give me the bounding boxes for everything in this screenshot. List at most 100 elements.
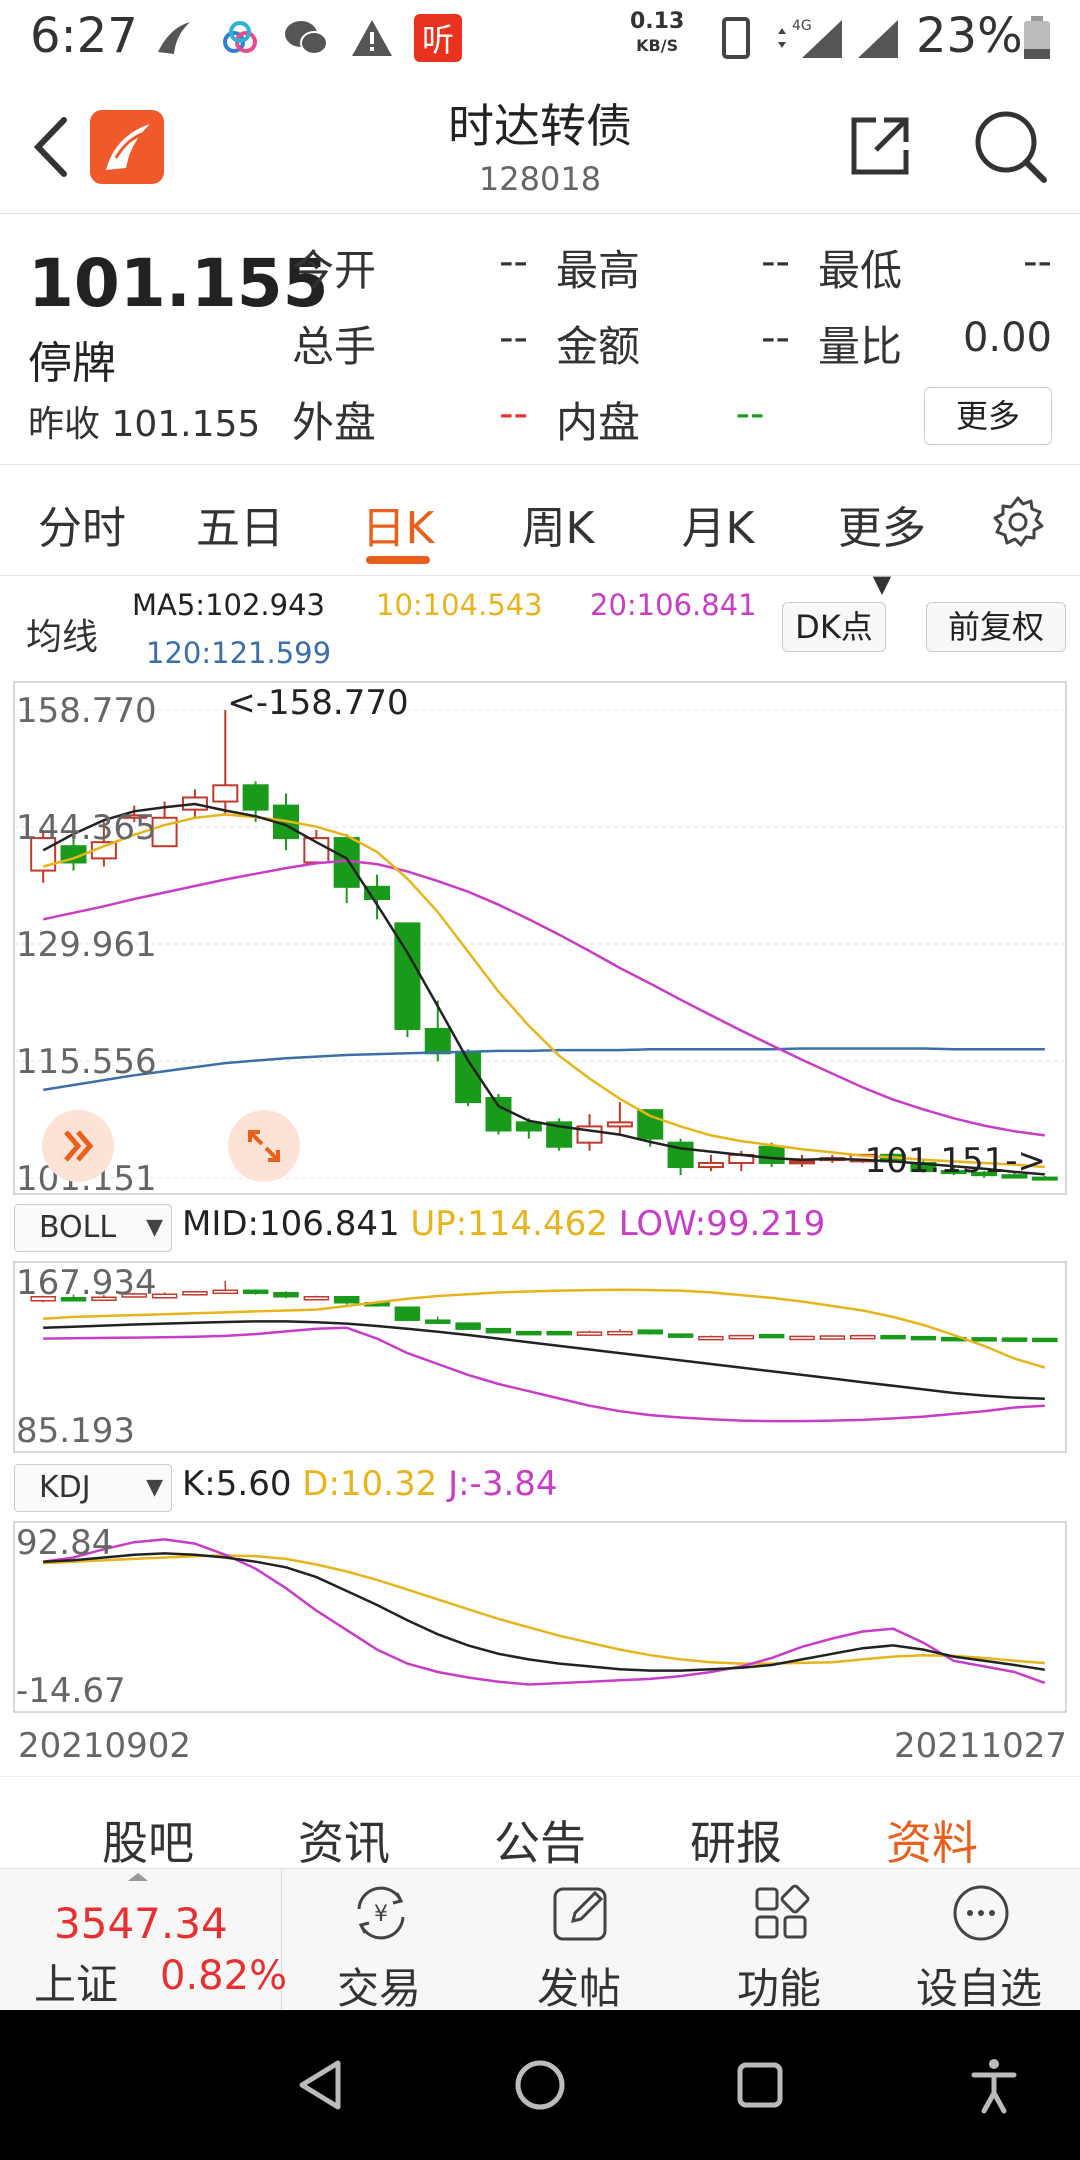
candle — [607, 1330, 633, 1336]
index-name: 上证 — [34, 1960, 119, 2009]
add-watchlist-button[interactable]: 设自选 — [884, 1869, 1074, 2013]
candle — [242, 784, 269, 811]
svg-text:¥: ¥ — [374, 1902, 388, 1927]
market-index-widget[interactable]: 3547.34 上证 0.82% — [0, 1869, 287, 2011]
kdj-indicator-row: KDJ ▼ K:5.60 D:10.32 J:-3.84 — [14, 1460, 1080, 1514]
gear-icon — [993, 496, 1044, 547]
caret-up-icon — [128, 1873, 148, 1881]
trading-status: 停牌 — [28, 338, 116, 389]
signal-4g-icon: 4G — [772, 14, 846, 62]
candle — [758, 1333, 785, 1339]
stock-header: 时达转债 128018 — [0, 76, 1080, 214]
candle — [303, 1296, 330, 1301]
boll-chart[interactable]: 167.934 85.193 — [0, 1258, 1080, 1456]
back-triangle-icon[interactable] — [290, 2055, 350, 2115]
y-tick-label: 167.934 — [16, 1263, 157, 1303]
clock: 6:27 — [30, 8, 138, 64]
candle — [728, 1334, 755, 1340]
ting-app-icon: 听 — [414, 14, 462, 62]
high-value: -- — [761, 239, 790, 285]
more-quote-button[interactable]: 更多 — [924, 387, 1052, 445]
battery-level: 23% — [916, 8, 1023, 64]
volume-label: 总手 — [292, 322, 377, 371]
tab-forum[interactable]: 股吧 — [78, 1807, 218, 1873]
chart-frame — [13, 681, 1067, 1195]
tab-announcements[interactable]: 公告 — [470, 1807, 610, 1873]
tab-five-day[interactable]: 五日 — [190, 492, 290, 556]
boll-indicator-row: BOLL ▼ MID:106.841 UP:114.462 LOW:99.219 — [14, 1200, 1080, 1254]
k-line-chart[interactable]: 158.770144.365129.961115.556101.151<-158… — [0, 680, 1080, 1198]
ma20-value: 20:106.841 — [590, 588, 757, 622]
candle — [425, 1319, 451, 1324]
home-circle-icon[interactable] — [510, 2055, 570, 2115]
tab-intraday[interactable]: 分时 — [32, 492, 132, 556]
high-label: 最高 — [556, 246, 641, 295]
yuan-exchange-icon: ¥ — [357, 1886, 405, 1940]
index-change: 0.82% — [160, 1953, 288, 1999]
candle — [333, 1296, 360, 1304]
ma10-line — [42, 813, 1045, 1169]
accessibility-icon[interactable] — [964, 2055, 1024, 2115]
candle — [424, 1027, 451, 1055]
y-tick-label: 115.556 — [16, 1042, 157, 1082]
tab-research[interactable]: 研报 — [666, 1807, 806, 1873]
y-tick-label: -14.67 — [16, 1671, 126, 1711]
y-tick-label: 92.84 — [16, 1523, 113, 1563]
candle — [698, 1335, 724, 1341]
boll-low-line — [43, 1326, 1045, 1423]
fullscreen-button[interactable] — [228, 1110, 300, 1182]
chart-settings-button[interactable] — [990, 494, 1046, 550]
search-icon — [975, 111, 1047, 183]
active-tab-indicator — [366, 556, 430, 564]
y-tick-label: 144.365 — [16, 808, 157, 848]
svg-text:4G: 4G — [792, 18, 812, 34]
candle — [1001, 1337, 1028, 1342]
candle — [546, 1330, 572, 1336]
functions-button[interactable]: 功能 — [684, 1869, 874, 2013]
tab-weekly-k[interactable]: 周K — [508, 492, 608, 556]
candle — [212, 784, 239, 803]
start-date: 20210902 — [18, 1726, 192, 1766]
trade-button[interactable]: ¥ 交易 — [284, 1869, 474, 2013]
max-annotation: <-158.770 — [227, 683, 408, 723]
candle — [394, 1306, 421, 1321]
cloud-notification-icon — [216, 14, 264, 62]
date-axis: 20210902 20211027 — [0, 1722, 1080, 1772]
candle — [849, 1334, 876, 1340]
share-button[interactable] — [840, 106, 920, 186]
min-annotation: 101.151-> — [865, 1141, 1046, 1181]
inner-volume-label: 内盘 — [556, 398, 641, 447]
candle — [697, 1161, 724, 1169]
info-tabs: 股吧 资讯 公告 研报 资料 — [0, 1776, 1080, 1870]
open-value: -- — [499, 239, 528, 285]
grid-icon — [755, 1884, 810, 1939]
boll-selector[interactable]: BOLL ▼ — [14, 1204, 172, 1252]
double-chevron-right-icon — [64, 1130, 94, 1162]
scroll-right-button[interactable] — [42, 1110, 114, 1182]
tab-news[interactable]: 资讯 — [274, 1807, 414, 1873]
dk-point-button[interactable]: DK点 — [782, 602, 886, 652]
kdj-chart[interactable]: 92.84 -14.67 — [0, 1518, 1080, 1716]
volume-ratio-value: 0.00 — [962, 315, 1052, 361]
tab-daily-k[interactable]: 日K — [348, 492, 448, 556]
prev-close: 昨收 101.155 — [28, 404, 261, 445]
tab-monthly-k[interactable]: 月K — [668, 492, 768, 556]
open-label: 今开 — [292, 246, 377, 295]
boll-values: MID:106.841 UP:114.462 LOW:99.219 — [182, 1204, 826, 1244]
candle — [576, 1331, 603, 1336]
candle — [637, 1109, 664, 1140]
kdj-values: K:5.60 D:10.32 J:-3.84 — [182, 1464, 558, 1504]
recents-square-icon[interactable] — [730, 2055, 790, 2115]
bottom-toolbar: 3547.34 上证 0.82% ¥ 交易 发帖 功能 设自选 — [0, 1868, 1080, 2013]
candle — [1032, 1337, 1058, 1343]
kdj-d-line — [43, 1554, 1045, 1665]
adjust-price-button[interactable]: 前复权 — [926, 602, 1066, 652]
kdj-selector[interactable]: KDJ ▼ — [14, 1464, 172, 1512]
post-button[interactable]: 发帖 — [484, 1869, 674, 2013]
kdj-k-line — [43, 1552, 1045, 1672]
y-tick-label: 158.770 — [16, 691, 157, 731]
tab-profile[interactable]: 资料 — [862, 1807, 1002, 1873]
search-button[interactable] — [968, 104, 1052, 188]
y-tick-label: 129.961 — [16, 925, 157, 965]
ma120-line — [43, 1047, 1045, 1092]
